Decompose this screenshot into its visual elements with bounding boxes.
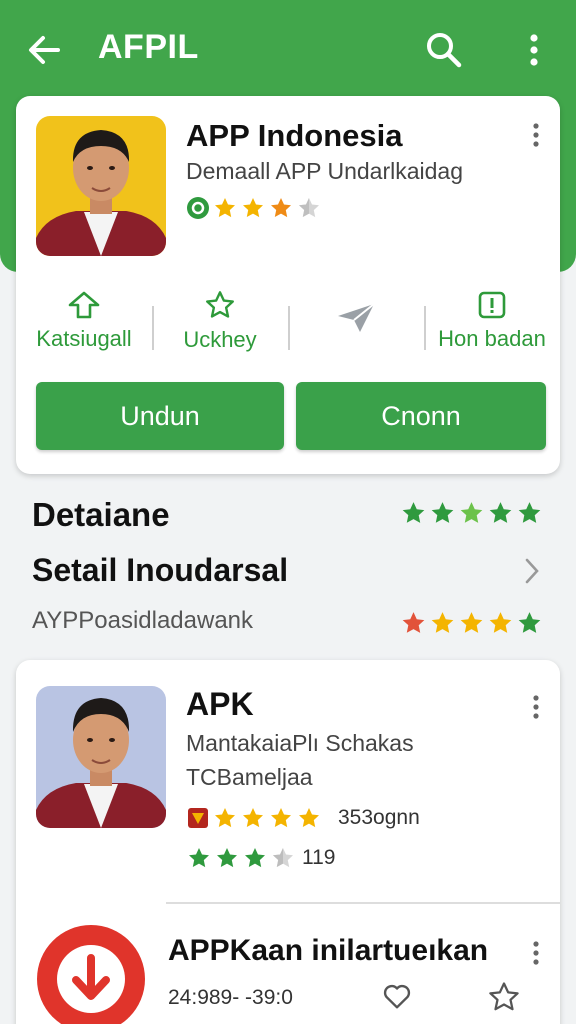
secondary-rating-stars: 119 xyxy=(186,846,335,870)
secondary-button[interactable]: Cnonn xyxy=(296,382,546,450)
details-title[interactable]: Setail Inoudarsal xyxy=(32,552,288,589)
details-subtitle: AYPPoasidladawank xyxy=(32,607,254,634)
search-icon[interactable] xyxy=(424,30,464,70)
app-name: APP Indonesia xyxy=(186,118,403,153)
app-developer: TCBameljaa xyxy=(186,764,313,790)
action-send[interactable] xyxy=(288,276,424,366)
action-label: Katsiugall xyxy=(36,326,132,351)
star-half-icon xyxy=(273,848,293,868)
app-avatar xyxy=(36,116,166,256)
app-subtitle: Demaall APP Undarlkaidag xyxy=(186,158,464,184)
chevron-right-icon[interactable] xyxy=(522,556,542,586)
star-icon xyxy=(189,848,209,868)
details-rating-stars xyxy=(400,500,543,526)
featured-app-card: APP Indonesia Demaall APP Undarlkaidag K… xyxy=(16,96,560,474)
primary-button[interactable]: Undun xyxy=(36,382,284,450)
rating-stars xyxy=(186,196,322,220)
badge-icon xyxy=(188,808,208,828)
app-meta: 24:989- -39:0 xyxy=(168,986,293,1009)
app-name: APPKaan inilartueıkan xyxy=(168,934,489,967)
star-half-icon xyxy=(299,198,319,218)
star-icon xyxy=(518,612,541,633)
action-label: Uckhey xyxy=(183,327,257,352)
star-outline-icon xyxy=(206,291,234,318)
star-icon xyxy=(271,198,291,218)
app-list-card: APK MantakaiaPlı Schakas TCBameljaa 353o… xyxy=(16,660,560,1024)
star-icon xyxy=(245,848,265,868)
star-icon xyxy=(217,848,237,868)
more-vert-icon[interactable] xyxy=(530,122,542,148)
action-label: Hon badan xyxy=(438,326,546,351)
star-icon xyxy=(402,612,425,633)
star-icon xyxy=(299,808,319,828)
rating-count: 353ognn xyxy=(338,806,420,829)
star-icon xyxy=(489,612,512,633)
verified-badge-icon xyxy=(187,197,209,219)
more-vert-icon[interactable] xyxy=(530,940,542,966)
star-icon xyxy=(460,502,483,523)
star-icon xyxy=(518,502,541,523)
star-icon xyxy=(402,502,425,523)
send-icon xyxy=(338,303,375,332)
more-vert-icon[interactable] xyxy=(530,694,542,720)
details-heading: Detaiane xyxy=(32,496,170,533)
star-icon xyxy=(243,198,263,218)
star-icon xyxy=(431,502,454,523)
app-name: APK xyxy=(186,686,254,722)
star-icon xyxy=(215,808,235,828)
star-outline-icon[interactable] xyxy=(486,980,522,1014)
action-favorite[interactable]: Uckhey xyxy=(152,276,288,366)
star-icon xyxy=(460,612,483,633)
star-icon xyxy=(431,612,454,633)
heart-outline-icon[interactable] xyxy=(380,980,414,1012)
star-icon xyxy=(243,808,263,828)
rating-count: 119 xyxy=(302,846,336,869)
star-icon xyxy=(215,198,235,218)
report-icon xyxy=(478,291,506,319)
action-row: Katsiugall Uckhey Hon badan xyxy=(16,276,560,366)
app-bar: AFPIL xyxy=(0,0,576,100)
details-sub-rating-stars xyxy=(400,610,543,636)
rating-stars: 353ognn xyxy=(186,806,420,830)
more-vert-icon[interactable] xyxy=(522,30,546,70)
action-report[interactable]: Hon badan xyxy=(424,276,560,366)
divider xyxy=(166,902,560,904)
star-icon xyxy=(271,808,291,828)
page-title: AFPIL xyxy=(98,28,199,66)
action-share[interactable]: Katsiugall xyxy=(16,276,152,366)
download-app-icon xyxy=(37,925,145,1024)
share-up-icon xyxy=(68,291,100,319)
app-avatar xyxy=(36,686,166,828)
star-icon xyxy=(489,502,512,523)
arrow-left-icon[interactable] xyxy=(24,30,64,70)
app-subtitle: MantakaiaPlı Schakas xyxy=(186,730,414,756)
